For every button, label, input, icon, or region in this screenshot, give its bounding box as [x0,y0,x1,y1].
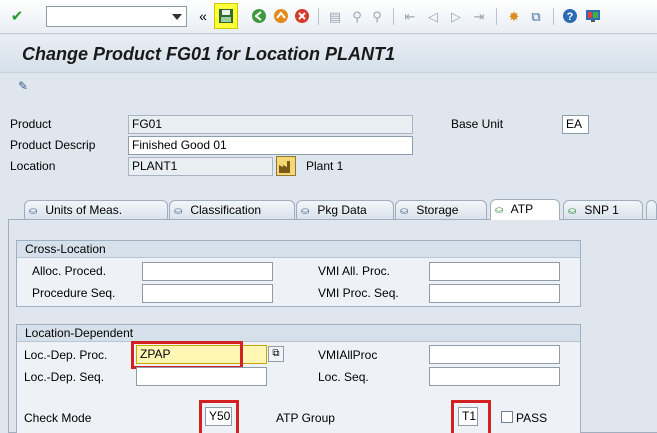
tab-snp-1[interactable]: ⛀ SNP 1 [563,200,643,219]
group-title: Location-Dependent [17,325,580,342]
find-icon[interactable]: ⚲ [348,7,366,25]
product-field: FG01 [128,115,413,134]
toolbar-separator [318,8,319,25]
tab-icon: ⛀ [400,206,409,217]
help-icon[interactable]: ? [561,7,579,25]
tab-label: ATP [510,202,534,216]
last-page-icon[interactable]: ⇥ [470,7,488,25]
tab-pkg-data[interactable]: ⛀ Pkg Data [296,200,394,219]
vmi-all-proc-field[interactable] [429,262,560,281]
vmi-proc-seq-label: VMI Proc. Seq. [318,286,399,300]
base-unit-label: Base Unit [451,117,504,131]
create-session-icon[interactable]: ✸ [505,7,523,25]
svg-text:?: ? [567,11,574,23]
highlight-box [131,341,243,369]
loc-dep-seq-label: Loc.-Dep. Seq. [24,370,105,384]
print-icon[interactable]: ▤ [326,7,344,25]
vmi-all-proc-label: VMIAllProc [318,348,378,362]
double-chevron-icon[interactable]: « [194,7,212,25]
tab-storage[interactable]: ⛀ Storage [395,200,487,219]
previous-page-icon[interactable]: ◁ [424,7,442,25]
pass-label: PASS [516,411,548,425]
tab-icon: ⛀ [568,206,577,217]
tab-label: Storage [416,203,459,217]
tab-label: Classification [190,203,262,217]
vmi-proc-seq-field[interactable] [429,284,560,303]
toolbar-separator [496,8,497,25]
shortcut-icon[interactable]: ⧉ [527,7,545,25]
tab-label: Units of Meas. [45,203,123,217]
display-change-icon[interactable]: ✎ [18,79,28,93]
tab-label: SNP 1 [584,203,619,217]
tab-icon: ⛀ [301,206,310,217]
group-title: Cross-Location [17,241,580,258]
customize-layout-icon[interactable] [584,7,602,25]
alloc-proced-field[interactable] [142,262,273,281]
atp-group-label: ATP Group [276,411,335,425]
product-descrip-label: Product Descrip [10,138,96,152]
product-descrip-field[interactable]: Finished Good 01 [128,136,413,155]
procedure-seq-field[interactable] [142,284,273,303]
first-page-icon[interactable]: ⇤ [401,7,419,25]
tab-label: Pkg Data [317,203,367,217]
command-field[interactable] [46,6,187,27]
check-icon[interactable]: ✔ [8,7,26,25]
loc-dep-seq-field[interactable] [136,367,267,386]
procedure-seq-label: Procedure Seq. [32,286,116,300]
exit-icon[interactable] [272,7,290,25]
location-text: Plant 1 [306,159,344,173]
tab-icon: ⛀ [495,205,504,216]
alloc-proced-label: Alloc. Proced. [32,264,107,278]
page-title: Change Product FG01 for Location PLANT1 [22,44,396,64]
base-unit-field[interactable]: EA [562,115,589,134]
value-help-icon[interactable]: ⧉ [268,346,284,362]
loc-seq-label: Loc. Seq. [318,370,369,384]
toolbar-separator [393,8,394,25]
loc-seq-field[interactable] [429,367,560,386]
chevron-down-icon[interactable] [172,14,182,20]
find-next-icon[interactable]: ⚲ [368,7,386,25]
location-field: PLANT1 [128,157,273,176]
tab-classification[interactable]: ⛀ Classification [169,200,295,219]
standard-toolbar: ✔ « ▤ ⚲ ⚲ ⇤ ◁ ▷ ⇥ ✸ ⧉ ? [0,0,657,34]
pass-checkbox[interactable] [501,411,513,423]
highlight-box [199,400,239,433]
location-label: Location [10,159,56,173]
back-icon[interactable] [250,7,268,25]
check-mode-label: Check Mode [24,411,92,425]
product-label: Product [10,117,52,131]
highlight-box [451,400,491,433]
tab-icon: ⛀ [29,206,38,217]
vmi-all-proc-field[interactable] [429,345,560,364]
application-toolbar: ✎ [0,73,657,104]
save-icon[interactable] [217,7,235,25]
tab-more[interactable] [646,200,657,219]
tab-units-of-meas[interactable]: ⛀ Units of Meas. [24,200,168,219]
vmi-all-proc-label: VMI All. Proc. [318,264,391,278]
loc-dep-proc-label: Loc.-Dep. Proc. [24,348,108,362]
tab-icon: ⛀ [174,206,183,217]
next-page-icon[interactable]: ▷ [447,7,465,25]
toolbar-separator [553,8,554,25]
tab-atp[interactable]: ⛀ ATP [490,199,560,220]
factory-icon[interactable] [276,156,296,176]
cancel-icon[interactable] [293,7,311,25]
